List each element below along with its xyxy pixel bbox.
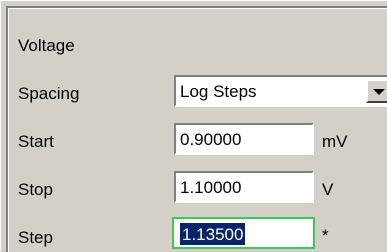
stop-input[interactable]: 1.10000: [174, 171, 314, 203]
start-label: Start: [18, 132, 54, 151]
stop-unit: V: [322, 180, 334, 199]
spacing-dropdown-button[interactable]: [366, 79, 387, 103]
start-unit: mV: [322, 132, 348, 151]
step-label: Step: [18, 228, 53, 247]
stop-label: Stop: [18, 180, 53, 199]
spacing-dropdown[interactable]: Log Steps: [174, 75, 387, 107]
spacing-label: Spacing: [18, 84, 80, 103]
voltage-section-title: Voltage: [18, 36, 75, 55]
spacing-value: Log Steps: [180, 82, 257, 101]
step-value-selected: 1.13500: [180, 223, 246, 245]
chevron-down-icon: [373, 89, 385, 95]
voltage-sweep-panel: Voltage Spacing Log Steps Start 0.90000 …: [0, 0, 387, 252]
start-input[interactable]: 0.90000: [174, 123, 314, 155]
voltage-group-frame: Voltage Spacing Log Steps Start 0.90000 …: [6, 6, 387, 252]
step-input[interactable]: 1.13500: [172, 217, 315, 249]
start-value: 0.90000: [180, 130, 242, 149]
stop-value: 1.10000: [180, 178, 242, 197]
step-unit: *: [322, 226, 329, 245]
